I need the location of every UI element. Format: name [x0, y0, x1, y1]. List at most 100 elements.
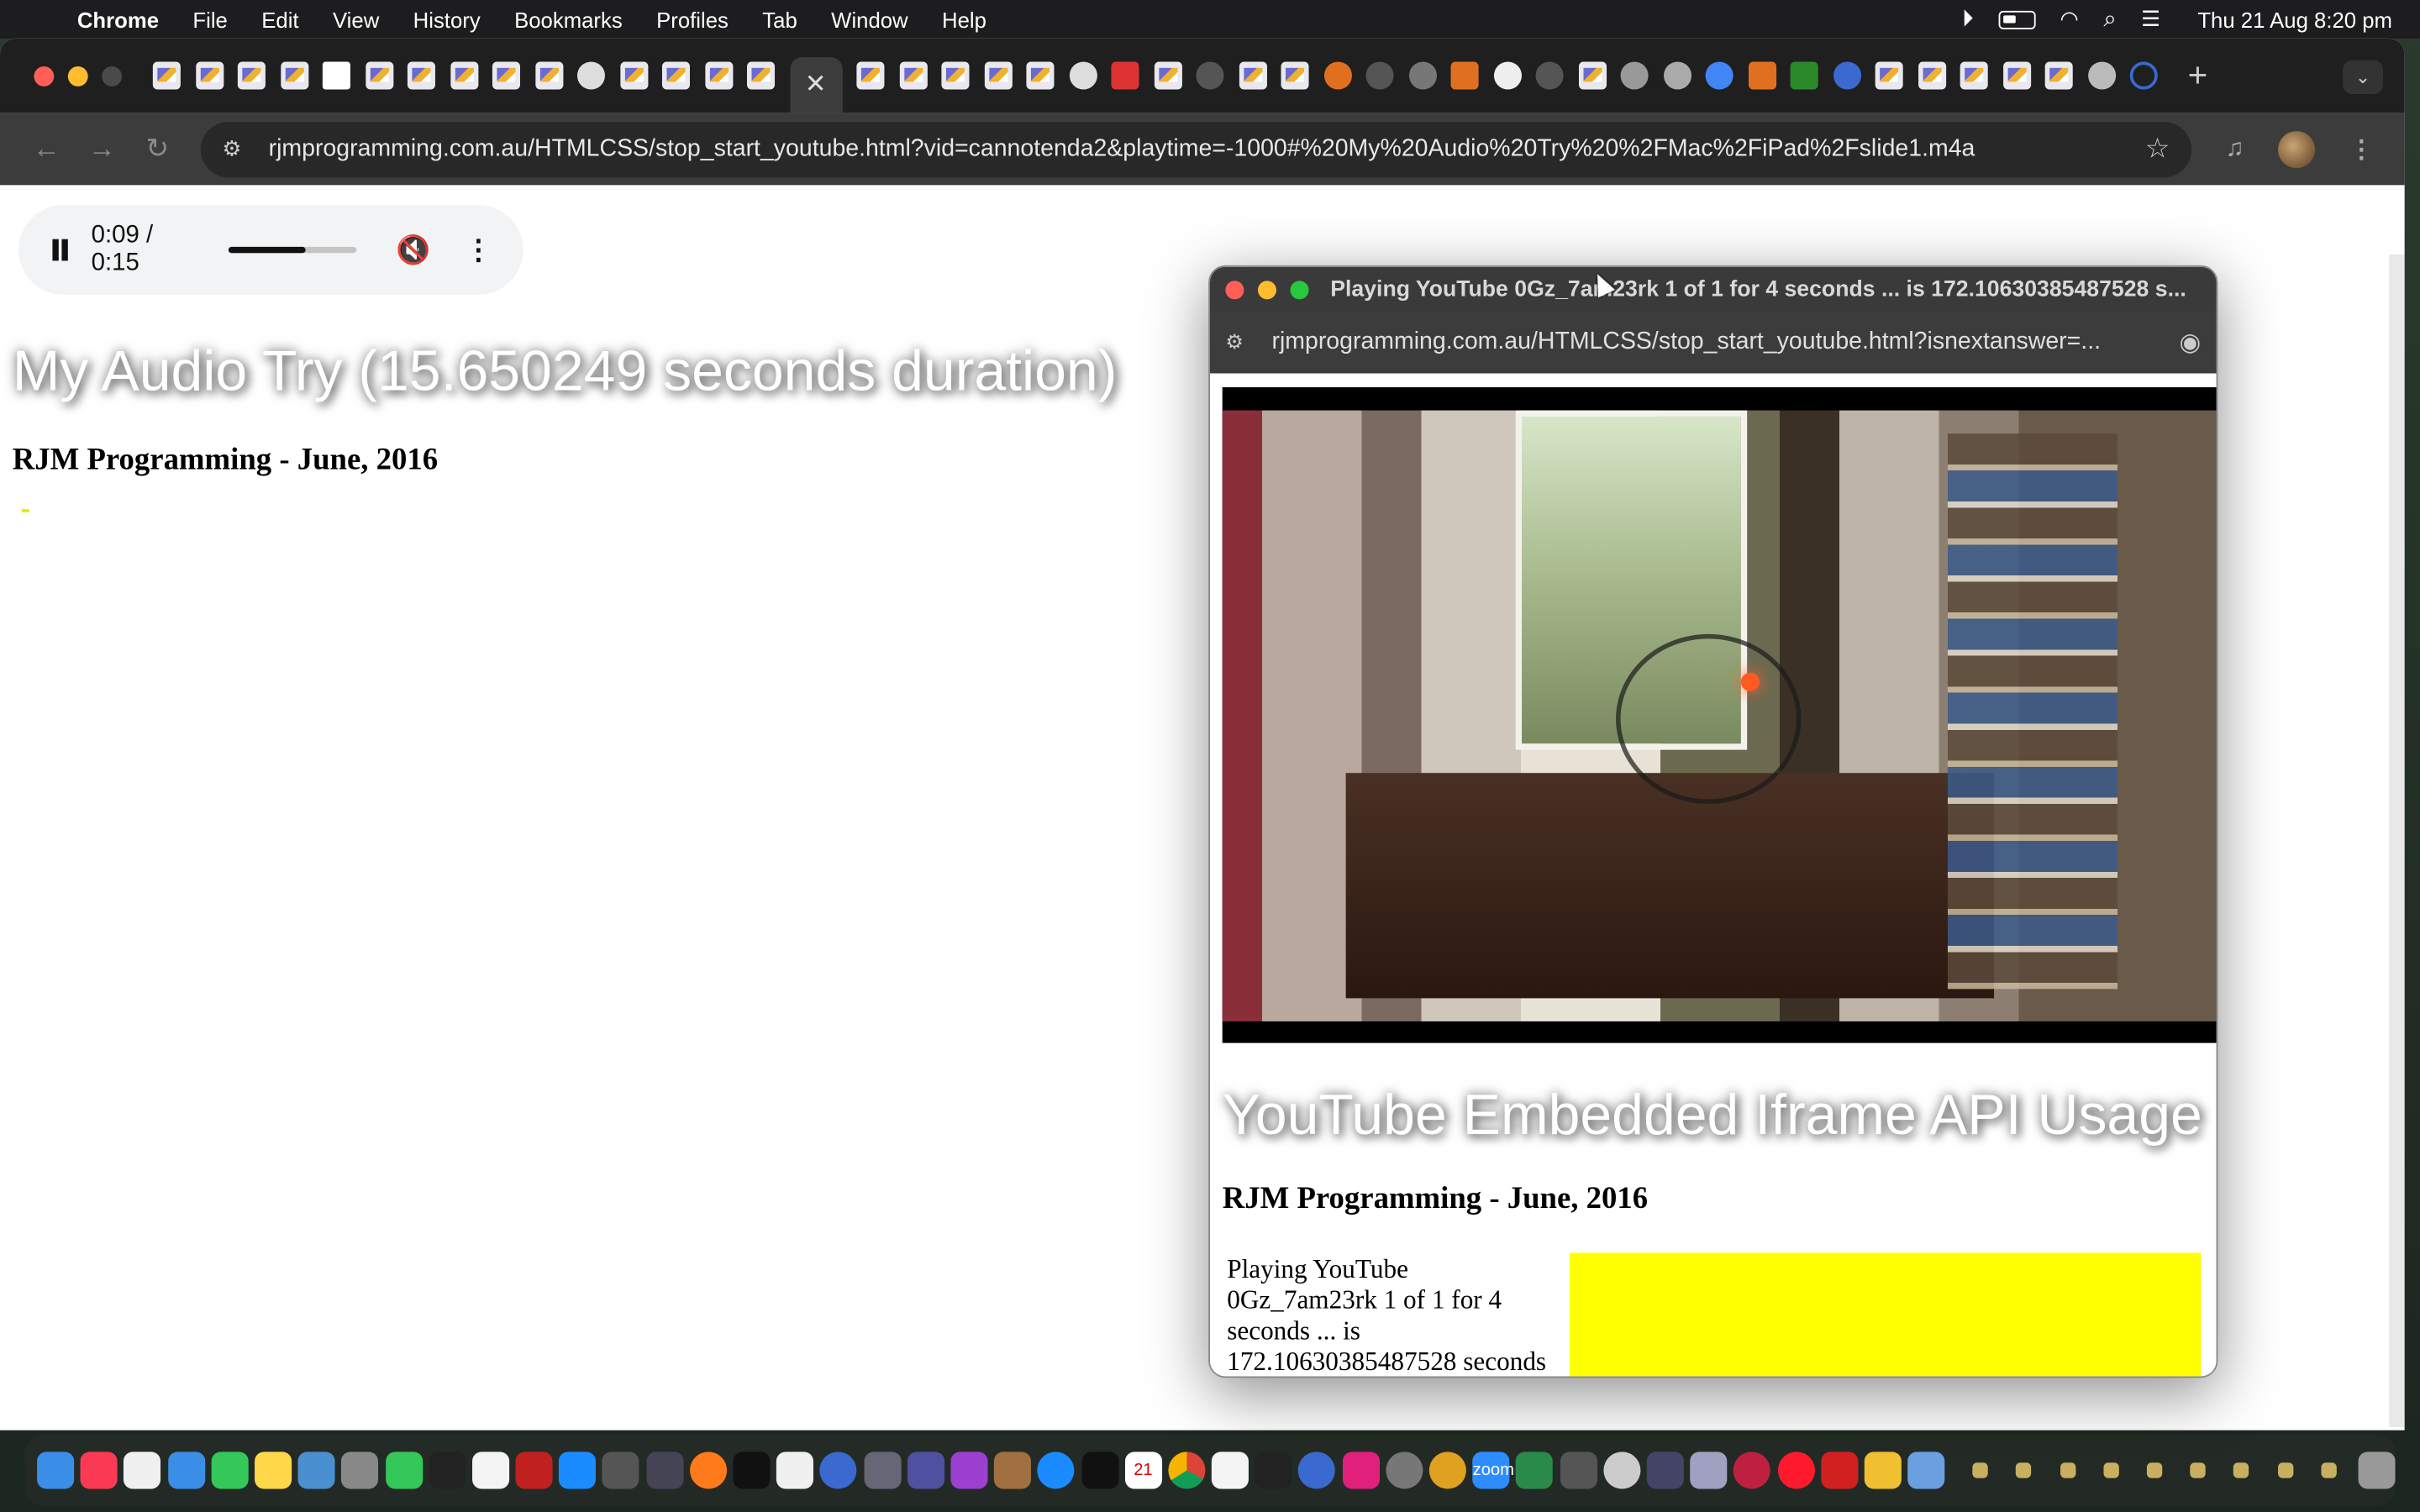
launchpad-icon[interactable]: [341, 1452, 379, 1489]
tab-search-button[interactable]: ⌄: [2343, 60, 2383, 95]
tab-favicon[interactable]: [1238, 61, 1267, 90]
tab-favicon[interactable]: [1663, 61, 1691, 90]
red-app-icon[interactable]: [1820, 1452, 1858, 1489]
tab-favicon[interactable]: [2129, 61, 2158, 90]
menubar-clock[interactable]: Thu 21 Aug 8:20 pm: [2197, 7, 2392, 31]
popup-minimize-button[interactable]: [1257, 280, 1276, 299]
menu-edit[interactable]: Edit: [261, 7, 298, 31]
tab-favicon[interactable]: [2044, 61, 2073, 90]
downloads-folder-icon[interactable]: [1907, 1452, 1945, 1489]
search-icon[interactable]: ⌕: [2103, 6, 2116, 32]
facetime-icon[interactable]: [385, 1452, 423, 1489]
tab-favicon[interactable]: [983, 61, 1012, 90]
address-bar[interactable]: ⚙ rjmprogramming.com.au/HTMLCSS/stop_sta…: [200, 121, 2192, 177]
minimized-window-icon[interactable]: [2060, 1462, 2075, 1478]
tab-favicon[interactable]: [1748, 61, 1776, 90]
calendar-app-icon[interactable]: [124, 1452, 161, 1489]
popup-close-button[interactable]: [1225, 280, 1244, 299]
android-studio-icon[interactable]: [1516, 1452, 1554, 1489]
terminal-icon[interactable]: [429, 1452, 466, 1489]
menu-help[interactable]: Help: [942, 7, 986, 31]
zoom-window-button[interactable]: [102, 66, 123, 86]
minimize-window-button[interactable]: [67, 66, 88, 86]
tab-favicon[interactable]: [1153, 61, 1182, 90]
menu-profiles[interactable]: Profiles: [656, 7, 729, 31]
creature-icon[interactable]: [1690, 1452, 1728, 1489]
site-settings-icon[interactable]: ⚙: [1225, 330, 1256, 354]
preview-icon[interactable]: [297, 1452, 335, 1489]
tab-favicon[interactable]: [1068, 61, 1097, 90]
audio-more-icon[interactable]: ⋮: [465, 234, 492, 266]
app-store-icon[interactable]: [559, 1452, 597, 1489]
tab-favicon[interactable]: [407, 61, 435, 90]
bookmark-star-icon[interactable]: ☆: [2145, 133, 2170, 165]
tab-favicon[interactable]: [365, 61, 393, 90]
pause-icon[interactable]: [50, 239, 70, 261]
trash-icon[interactable]: [2358, 1452, 2396, 1489]
firefox-icon[interactable]: [689, 1452, 727, 1489]
yellow-app-icon[interactable]: [1864, 1452, 1902, 1489]
gimp-icon[interactable]: [1560, 1452, 1597, 1489]
page-scrollbar[interactable]: [2389, 255, 2405, 1427]
mail-icon[interactable]: [167, 1452, 205, 1489]
media-controls-icon[interactable]: ♫: [2226, 135, 2244, 163]
muted-speaker-icon[interactable]: 🔇: [396, 234, 430, 266]
control-center-icon[interactable]: ☰: [2141, 6, 2160, 32]
popup-address-bar[interactable]: ⚙ rjmprogramming.com.au/HTMLCSS/stop_sta…: [1210, 312, 2217, 374]
battery-icon[interactable]: [1998, 9, 2036, 29]
zoom-icon[interactable]: zoom: [1472, 1452, 1514, 1489]
safari-icon[interactable]: [1037, 1452, 1075, 1489]
tab-favicon[interactable]: [1323, 61, 1352, 90]
tab-favicon[interactable]: [2087, 61, 2116, 90]
notes-icon[interactable]: [254, 1452, 292, 1489]
tab-favicon[interactable]: [1620, 61, 1649, 90]
tab-favicon[interactable]: [619, 61, 648, 90]
tab-favicon[interactable]: [1578, 61, 1607, 90]
tab-favicon[interactable]: [450, 61, 478, 90]
site-settings-icon[interactable]: ⚙: [222, 136, 253, 162]
minimized-window-icon[interactable]: [2277, 1462, 2293, 1478]
opera-gx-icon[interactable]: [1733, 1452, 1771, 1489]
minimized-window-icon[interactable]: [2190, 1462, 2207, 1478]
tab-favicon[interactable]: [1026, 61, 1055, 90]
menu-window[interactable]: Window: [831, 7, 908, 31]
tab-favicon[interactable]: [1960, 61, 1988, 90]
forward-icon[interactable]: →: [74, 133, 129, 165]
menu-view[interactable]: View: [333, 7, 379, 31]
close-window-button[interactable]: [34, 66, 55, 86]
address-bar-url[interactable]: rjmprogramming.com.au/HTMLCSS/stop_start…: [269, 135, 2145, 163]
safari-like-icon[interactable]: [819, 1452, 858, 1489]
popup-title-bar[interactable]: Playing YouTube 0Gz_7am23rk 1 of 1 for 4…: [1210, 266, 2217, 312]
tab-favicon[interactable]: [1281, 61, 1309, 90]
filezilla-icon[interactable]: [515, 1452, 553, 1489]
more-menu-icon[interactable]: ⋮: [2349, 134, 2374, 165]
popup-zoom-button[interactable]: [1290, 280, 1309, 299]
menu-bookmarks[interactable]: Bookmarks: [514, 7, 623, 31]
music-icon[interactable]: [80, 1452, 118, 1489]
tab-favicon[interactable]: [661, 61, 691, 90]
messages-icon[interactable]: [211, 1452, 249, 1489]
tab-favicon[interactable]: [152, 61, 181, 90]
close-icon[interactable]: ✕: [805, 70, 827, 101]
tab-favicon[interactable]: [280, 61, 308, 90]
tab-favicon[interactable]: [704, 61, 733, 90]
tab-favicon[interactable]: [856, 61, 885, 90]
menu-history[interactable]: History: [413, 7, 481, 31]
textedit-icon[interactable]: [471, 1452, 509, 1489]
menu-app-name[interactable]: Chrome: [77, 7, 159, 31]
minimized-window-icon[interactable]: [1972, 1462, 1989, 1478]
tab-favicon[interactable]: [1875, 61, 1903, 90]
terminal-2-icon[interactable]: [1081, 1452, 1118, 1489]
menu-tab[interactable]: Tab: [762, 7, 797, 31]
tab-favicon[interactable]: [1790, 61, 1818, 90]
news-icon[interactable]: [776, 1452, 814, 1489]
minimized-window-icon[interactable]: [2146, 1462, 2163, 1478]
bbedit-icon[interactable]: [907, 1452, 944, 1489]
intellij-icon[interactable]: [1342, 1452, 1380, 1489]
tab-favicon[interactable]: [576, 61, 606, 90]
wifi-icon[interactable]: ◠: [2060, 6, 2079, 32]
tab-favicon[interactable]: [237, 61, 266, 90]
apple-tv-icon[interactable]: [733, 1452, 771, 1489]
menu-file[interactable]: File: [192, 7, 227, 31]
chrome-icon[interactable]: [1168, 1452, 1206, 1489]
